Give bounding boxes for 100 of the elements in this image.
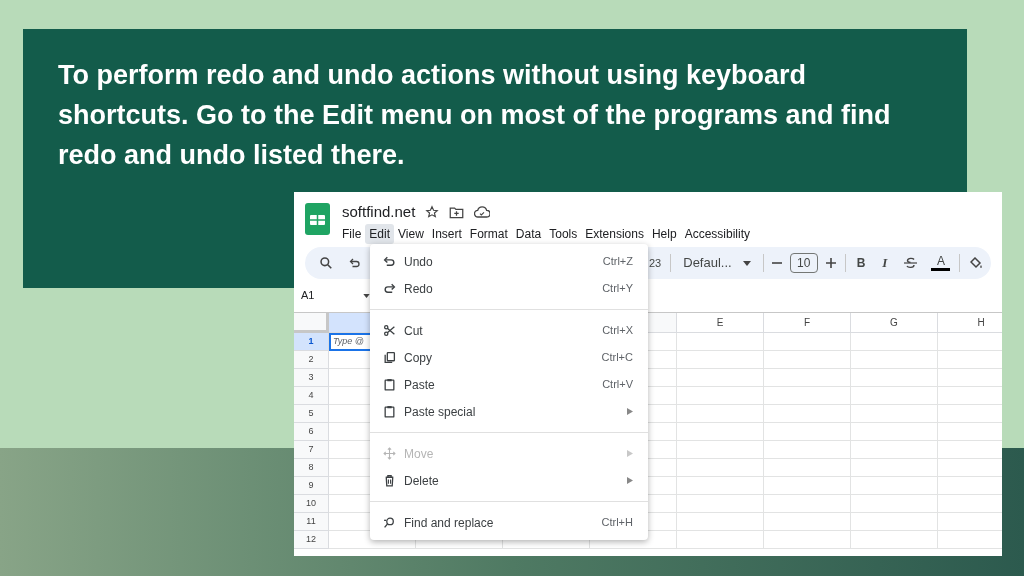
menu-item[interactable]: Cut Ctrl+X <box>370 317 648 344</box>
star-icon[interactable] <box>425 205 440 219</box>
row-header[interactable]: 7 <box>294 441 329 459</box>
table-cell[interactable] <box>677 531 764 549</box>
menu-item[interactable]: Help <box>647 224 681 244</box>
search-icon[interactable] <box>319 256 333 270</box>
menu-item[interactable]: Insert <box>427 224 466 244</box>
clipboard-icon <box>383 378 396 391</box>
table-cell[interactable] <box>764 495 851 513</box>
column-header[interactable]: F <box>764 313 851 333</box>
menu-item[interactable]: Find and replace Ctrl+H <box>370 509 648 536</box>
table-cell[interactable] <box>764 333 851 351</box>
menu-item[interactable]: Copy Ctrl+C <box>370 344 648 371</box>
column-header[interactable]: E <box>677 313 764 333</box>
table-cell[interactable] <box>851 459 938 477</box>
menu-item[interactable]: Format <box>465 224 512 244</box>
table-cell[interactable] <box>677 405 764 423</box>
name-box[interactable]: A1 <box>301 287 363 304</box>
trash-icon <box>383 474 396 487</box>
menu-item[interactable]: Tools <box>545 224 582 244</box>
copy-icon <box>383 351 396 364</box>
submenu-arrow-icon <box>627 450 633 457</box>
table-cell[interactable] <box>851 495 938 513</box>
table-cell[interactable] <box>677 441 764 459</box>
bold-button[interactable]: B <box>856 254 866 272</box>
table-cell[interactable] <box>677 495 764 513</box>
table-cell[interactable] <box>677 369 764 387</box>
menu-item[interactable]: Delete <box>370 467 648 494</box>
menu-item[interactable]: View <box>394 224 428 244</box>
table-cell[interactable] <box>851 333 938 351</box>
menu-item[interactable]: Data <box>511 224 546 244</box>
row-header[interactable]: 11 <box>294 513 329 531</box>
undo-icon[interactable] <box>349 257 361 269</box>
table-cell[interactable] <box>764 513 851 531</box>
menu-item[interactable]: File <box>338 224 366 244</box>
menu-item[interactable]: Extensions <box>581 224 648 244</box>
table-cell[interactable] <box>677 387 764 405</box>
row-header[interactable]: 9 <box>294 477 329 495</box>
table-cell[interactable] <box>677 459 764 477</box>
row-header[interactable]: 8 <box>294 459 329 477</box>
table-cell[interactable] <box>851 441 938 459</box>
italic-button[interactable]: I <box>882 253 888 273</box>
menu-item[interactable]: Undo Ctrl+Z <box>370 248 648 275</box>
table-cell[interactable] <box>851 423 938 441</box>
table-cell[interactable] <box>764 441 851 459</box>
table-cell[interactable] <box>764 387 851 405</box>
redo-icon <box>383 282 396 295</box>
table-cell[interactable] <box>851 387 938 405</box>
font-dropdown[interactable]: Defaul... <box>683 253 751 273</box>
fill-color-icon[interactable] <box>970 256 984 270</box>
table-cell[interactable] <box>851 351 938 369</box>
column-header[interactable]: G <box>851 313 938 333</box>
find-replace-icon <box>383 516 396 529</box>
menu-item[interactable]: Edit <box>365 224 395 244</box>
row-header[interactable]: 6 <box>294 423 329 441</box>
table-cell[interactable] <box>851 369 938 387</box>
spreadsheet-logo-icon[interactable] <box>305 203 330 235</box>
number-format-button[interactable]: 23 <box>649 254 662 272</box>
select-all-corner[interactable] <box>294 313 329 333</box>
document-title[interactable]: softfind.net <box>342 200 416 224</box>
menu-item[interactable]: Accessibility <box>680 224 754 244</box>
row-header[interactable]: 2 <box>294 351 329 369</box>
table-cell[interactable] <box>764 369 851 387</box>
menu-item[interactable]: Paste Ctrl+V <box>370 371 648 398</box>
table-cell[interactable] <box>764 405 851 423</box>
row-header[interactable]: 1 <box>294 333 329 351</box>
table-cell[interactable] <box>677 351 764 369</box>
menu-item[interactable]: Paste special <box>370 398 648 425</box>
table-cell[interactable] <box>764 477 851 495</box>
strikethrough-icon[interactable] <box>904 257 918 269</box>
row-header[interactable]: 3 <box>294 369 329 387</box>
table-cell[interactable] <box>851 513 938 531</box>
table-cell[interactable] <box>677 333 764 351</box>
table-cell[interactable] <box>764 531 851 549</box>
row-header[interactable]: 4 <box>294 387 329 405</box>
submenu-arrow-icon <box>627 477 633 484</box>
table-cell[interactable] <box>764 423 851 441</box>
plus-icon[interactable] <box>825 258 836 268</box>
table-cell[interactable] <box>851 477 938 495</box>
caret-icon[interactable] <box>363 293 370 298</box>
table-cell[interactable] <box>677 423 764 441</box>
row-header[interactable]: 5 <box>294 405 329 423</box>
scissors-icon <box>383 324 396 337</box>
table-cell[interactable] <box>851 531 938 549</box>
table-cell[interactable] <box>851 405 938 423</box>
row-header[interactable]: 12 <box>294 531 329 549</box>
text-color-button[interactable]: A <box>931 255 951 271</box>
row-header[interactable]: 10 <box>294 495 329 513</box>
caret-icon <box>742 260 751 266</box>
undo-icon <box>383 255 396 268</box>
caption-text: To perform redo and undo actions without using keyboard shortcuts. Go to the Edit menu on most of the programs and find redo and undo listed there. <box>58 59 892 172</box>
clipboard-icon <box>383 405 396 418</box>
table-cell[interactable] <box>677 513 764 531</box>
font-size-field[interactable]: 10 <box>789 253 818 273</box>
table-cell[interactable] <box>764 351 851 369</box>
cloud-icon[interactable] <box>474 206 491 218</box>
menu-item[interactable]: Redo Ctrl+Y <box>370 275 648 302</box>
table-cell[interactable] <box>677 477 764 495</box>
table-cell[interactable] <box>764 459 851 477</box>
folder-icon[interactable] <box>449 205 465 219</box>
